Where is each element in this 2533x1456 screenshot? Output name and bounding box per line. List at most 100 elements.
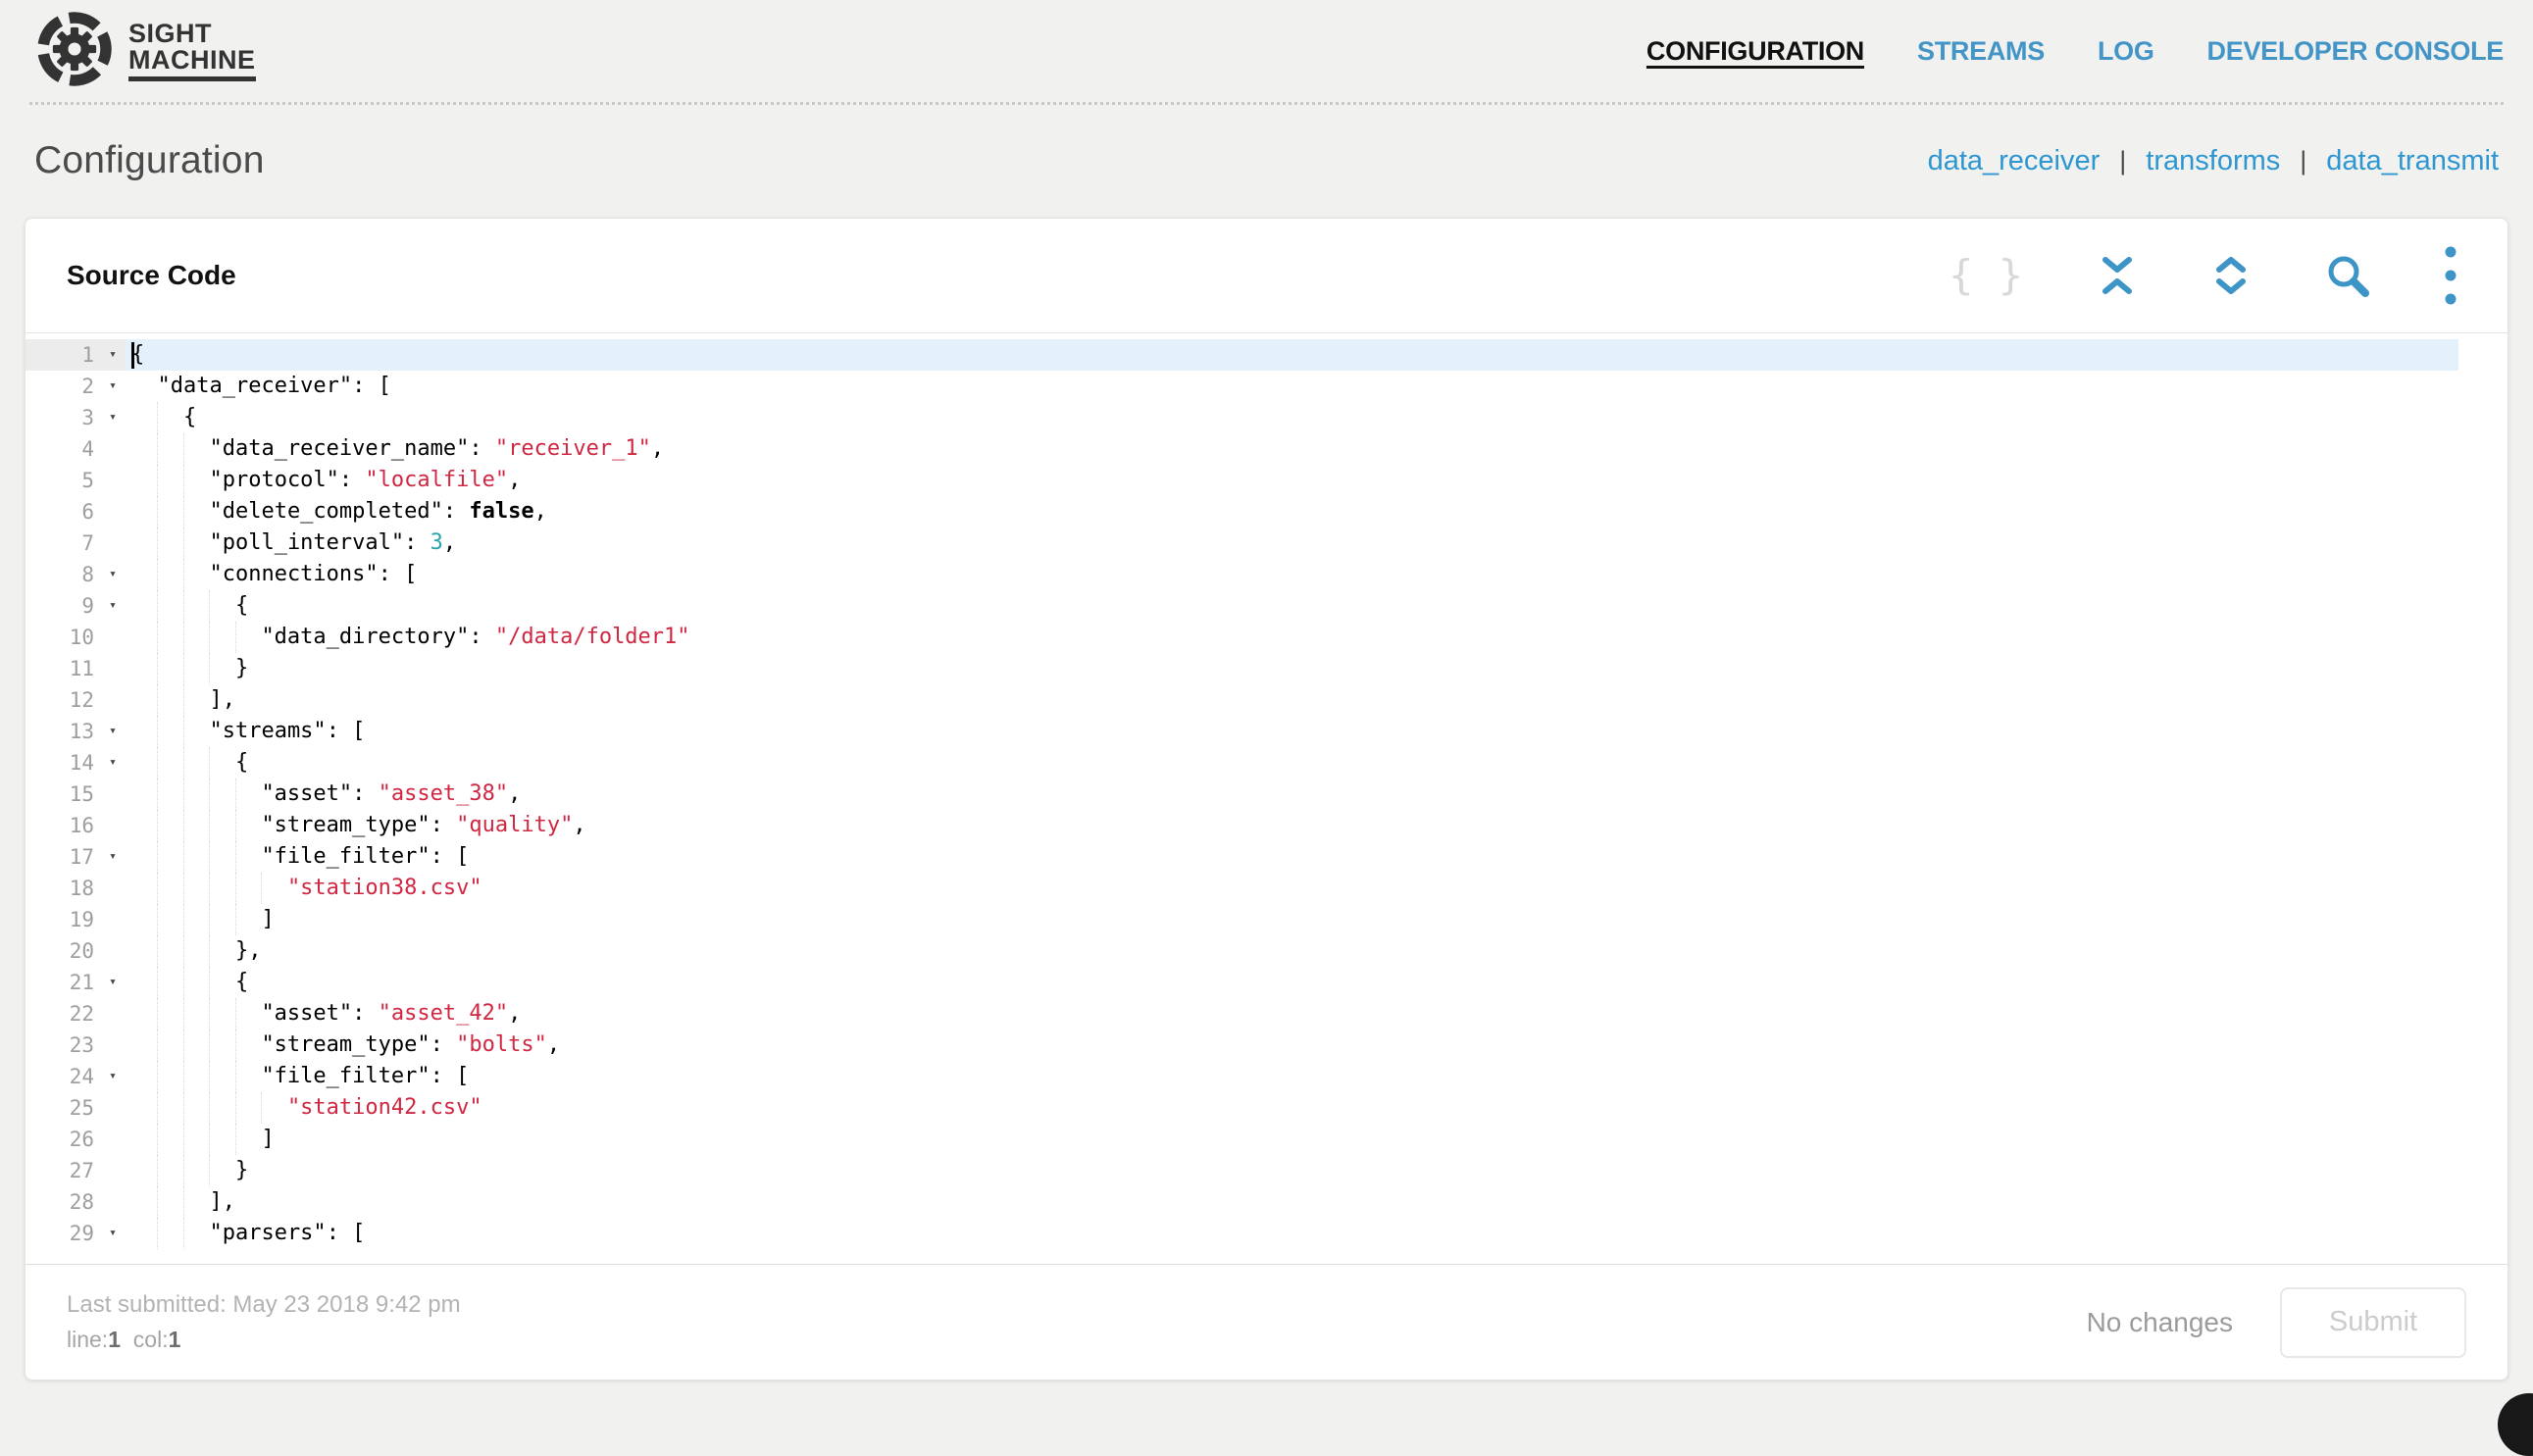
fold-arrow-icon[interactable]: ▾ <box>100 716 126 747</box>
separator: | <box>2300 146 2306 176</box>
code-line-content[interactable]: "stream_type": "bolts", <box>126 1029 2458 1061</box>
link-data-transmit[interactable]: data_transmit <box>2326 145 2499 177</box>
code-line-content[interactable]: "data_receiver_name": "receiver_1", <box>126 433 2458 465</box>
kebab-menu-icon[interactable] <box>2445 245 2457 306</box>
indent-guide <box>209 1124 210 1155</box>
code-line-content[interactable]: "file_filter": [ <box>126 841 2458 873</box>
fold-arrow-icon[interactable]: ▾ <box>100 967 126 998</box>
nav-streams[interactable]: STREAMS <box>1917 36 2045 67</box>
code-line-content[interactable]: { <box>126 590 2458 622</box>
collapse-all-icon[interactable] <box>2098 255 2137 296</box>
line-number: 28 <box>25 1186 100 1218</box>
code-line-content[interactable]: "file_filter": [ <box>126 1061 2458 1092</box>
code-line-content[interactable]: { <box>126 747 2458 778</box>
code-line-content[interactable]: "connections": [ <box>126 559 2458 590</box>
indent-guide <box>157 967 158 998</box>
code-line[interactable]: 17▾"file_filter": [ <box>25 841 2458 873</box>
code-line[interactable]: 7"poll_interval": 3, <box>25 527 2458 559</box>
code-line[interactable]: 8▾"connections": [ <box>25 559 2458 590</box>
code-line-content[interactable]: "asset": "asset_38", <box>126 778 2458 810</box>
link-transforms[interactable]: transforms <box>2146 145 2280 177</box>
code-line-content[interactable]: "station38.csv" <box>126 873 2458 904</box>
indent-guide <box>157 1124 158 1155</box>
fold-arrow-icon[interactable]: ▾ <box>100 402 126 433</box>
fold-arrow-icon[interactable]: ▾ <box>100 1061 126 1092</box>
link-data-receiver[interactable]: data_receiver <box>1928 145 2101 177</box>
code-line[interactable]: 3▾{ <box>25 402 2458 433</box>
indent-guide <box>235 998 236 1029</box>
code-line[interactable]: 16"stream_type": "quality", <box>25 810 2458 841</box>
code-line[interactable]: 21▾{ <box>25 967 2458 998</box>
code-line[interactable]: 6"delete_completed": false, <box>25 496 2458 527</box>
code-editor[interactable]: 1▾{2▾"data_receiver": [3▾{4"data_receive… <box>25 332 2508 1264</box>
code-line[interactable]: 26] <box>25 1124 2458 1155</box>
fold-arrow-icon[interactable]: ▾ <box>100 747 126 778</box>
code-line[interactable]: 13▾"streams": [ <box>25 716 2458 747</box>
braces-icon[interactable]: { } <box>1949 255 2023 296</box>
code-line[interactable]: 14▾{ <box>25 747 2458 778</box>
code-line-content[interactable]: "data_directory": "/data/folder1" <box>126 622 2458 653</box>
fold-arrow-icon[interactable]: ▾ <box>100 1218 126 1249</box>
code-line-content[interactable]: "protocol": "localfile", <box>126 465 2458 496</box>
code-line-content[interactable]: }, <box>126 935 2458 967</box>
code-line[interactable]: 18"station38.csv" <box>25 873 2458 904</box>
nav-configuration[interactable]: CONFIGURATION <box>1646 36 1864 67</box>
code-line[interactable]: 5"protocol": "localfile", <box>25 465 2458 496</box>
indent-guide <box>157 465 158 496</box>
fold-arrow-icon[interactable]: ▾ <box>100 559 126 590</box>
code-line-content[interactable]: "station42.csv" <box>126 1092 2458 1124</box>
fold-arrow-icon[interactable]: ▾ <box>100 590 126 622</box>
nav-log[interactable]: LOG <box>2098 36 2154 67</box>
code-line[interactable]: 4"data_receiver_name": "receiver_1", <box>25 433 2458 465</box>
code-line-content[interactable]: "parsers": [ <box>126 1218 2458 1249</box>
indent-guide <box>261 1092 262 1124</box>
indent-guide <box>183 1061 184 1092</box>
fold-arrow-icon[interactable]: ▾ <box>100 371 126 402</box>
code-line-content[interactable]: ] <box>126 904 2458 935</box>
code-line[interactable]: 2▾"data_receiver": [ <box>25 371 2458 402</box>
indent-guide <box>235 778 236 810</box>
sight-machine-logo[interactable]: SIGHT MACHINE <box>29 9 256 94</box>
search-icon[interactable] <box>2325 253 2370 298</box>
code-line[interactable]: 25"station42.csv" <box>25 1092 2458 1124</box>
code-line-content[interactable]: { <box>126 339 2458 371</box>
code-line[interactable]: 22"asset": "asset_42", <box>25 998 2458 1029</box>
code-line-content[interactable]: ] <box>126 1124 2458 1155</box>
code-line-content[interactable]: "poll_interval": 3, <box>126 527 2458 559</box>
indent-guide <box>183 935 184 967</box>
code-line[interactable]: 10"data_directory": "/data/folder1" <box>25 622 2458 653</box>
code-line-content[interactable]: ], <box>126 1186 2458 1218</box>
chat-widget-bubble[interactable] <box>2498 1393 2533 1456</box>
code-line[interactable]: 27} <box>25 1155 2458 1186</box>
code-line-content[interactable]: "asset": "asset_42", <box>126 998 2458 1029</box>
expand-all-icon[interactable] <box>2211 255 2251 296</box>
code-line-content[interactable]: { <box>126 967 2458 998</box>
code-line[interactable]: 20}, <box>25 935 2458 967</box>
fold-arrow-icon[interactable]: ▾ <box>100 841 126 873</box>
code-line[interactable]: 28], <box>25 1186 2458 1218</box>
indent-guide <box>183 622 184 653</box>
code-line[interactable]: 12], <box>25 684 2458 716</box>
code-line[interactable]: 29▾"parsers": [ <box>25 1218 2458 1249</box>
code-line-content[interactable]: "stream_type": "quality", <box>126 810 2458 841</box>
code-line[interactable]: 24▾"file_filter": [ <box>25 1061 2458 1092</box>
code-line-content[interactable]: "data_receiver": [ <box>126 371 2458 402</box>
code-line-content[interactable]: "streams": [ <box>126 716 2458 747</box>
code-line-content[interactable]: } <box>126 653 2458 684</box>
nav-developer-console[interactable]: DEVELOPER CONSOLE <box>2207 36 2504 67</box>
code-line-content[interactable]: } <box>126 1155 2458 1186</box>
code-line[interactable]: 19] <box>25 904 2458 935</box>
code-line[interactable]: 23"stream_type": "bolts", <box>25 1029 2458 1061</box>
code-line[interactable]: 1▾{ <box>25 339 2458 371</box>
code-line[interactable]: 11} <box>25 653 2458 684</box>
panel-header: Source Code { } <box>25 219 2508 332</box>
code-line-content[interactable]: "delete_completed": false, <box>126 496 2458 527</box>
code-line-content[interactable]: { <box>126 402 2458 433</box>
code-line-content[interactable]: ], <box>126 684 2458 716</box>
submit-button[interactable]: Submit <box>2280 1287 2466 1358</box>
fold-arrow-icon[interactable]: ▾ <box>100 339 126 371</box>
code-line[interactable]: 9▾{ <box>25 590 2458 622</box>
line-number: 12 <box>25 684 100 716</box>
code-line[interactable]: 15"asset": "asset_38", <box>25 778 2458 810</box>
panel-title: Source Code <box>67 260 236 291</box>
